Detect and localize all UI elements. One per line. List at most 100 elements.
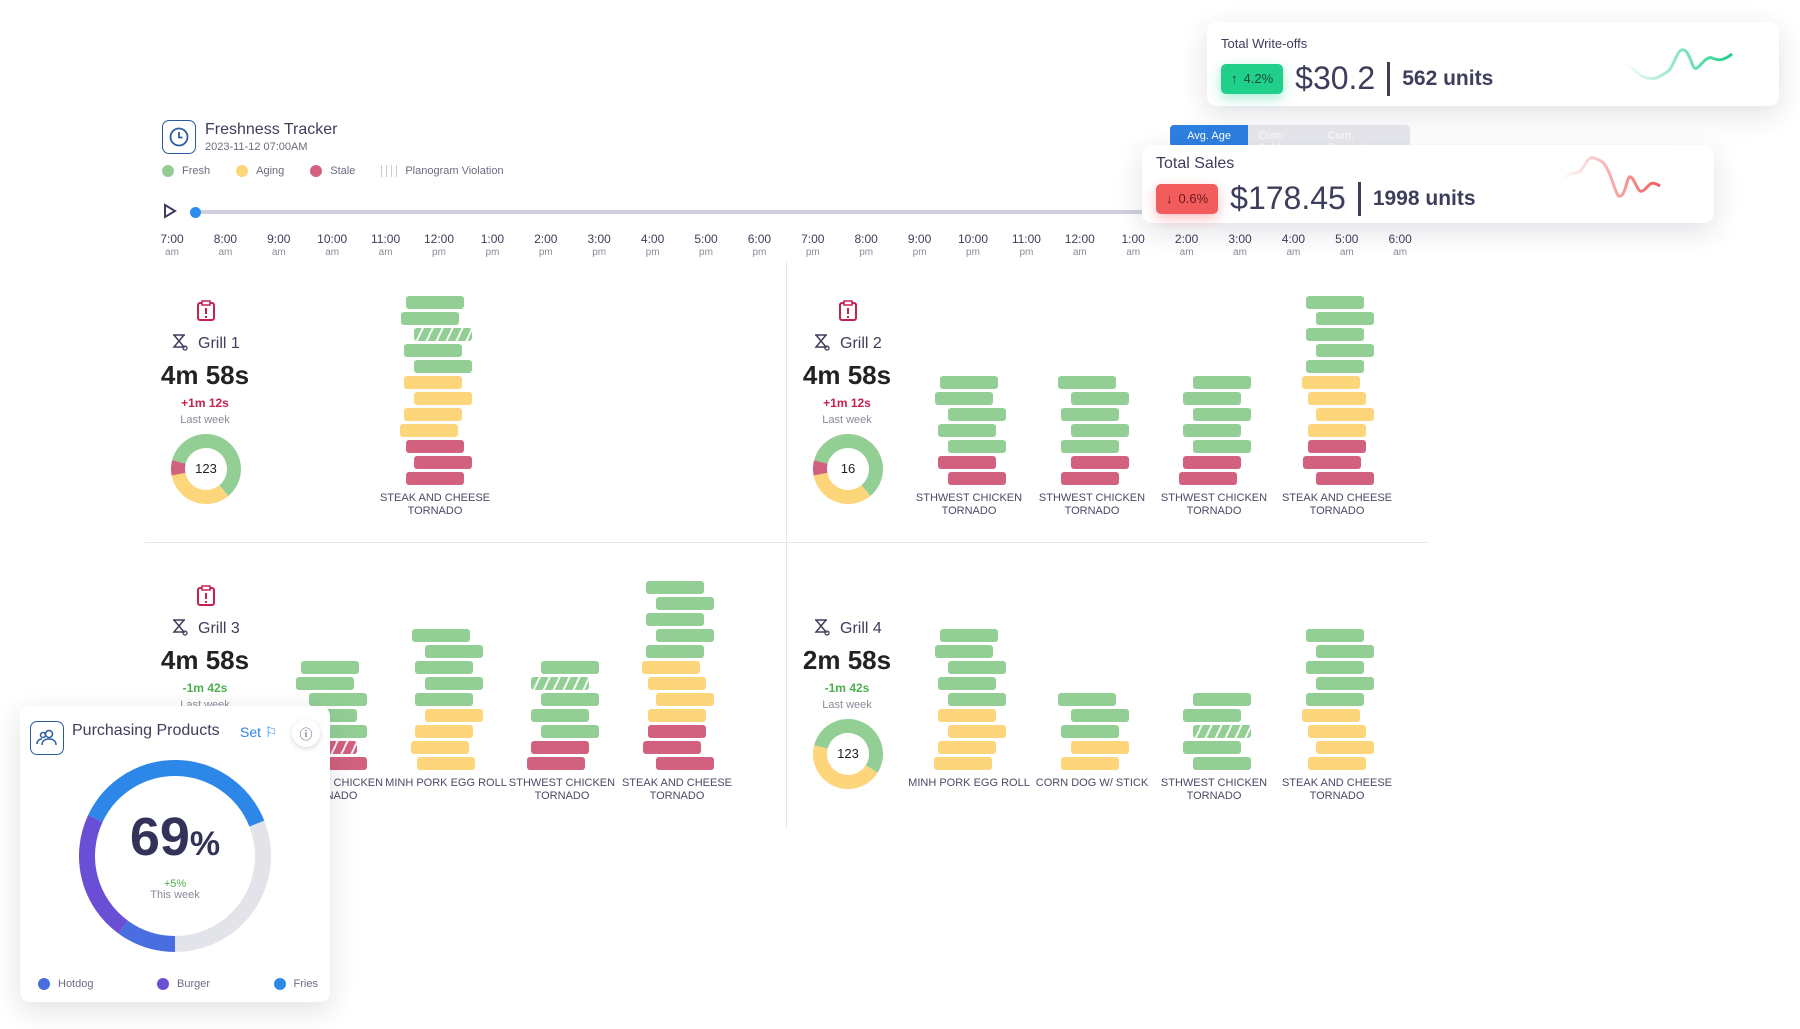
freshness-bar (656, 693, 714, 706)
freshness-bar (400, 424, 458, 437)
freshness-bar (935, 392, 993, 405)
freshness-bar (1061, 472, 1119, 485)
purchasing-value: 69% (129, 807, 221, 867)
freshness-bar (935, 645, 993, 658)
freshness-bar (938, 424, 996, 437)
sales-sparkline (1562, 156, 1661, 198)
legend-aging: Aging (236, 165, 284, 178)
freshness-bar (948, 725, 1006, 738)
freshness-bar (415, 693, 473, 706)
arrow-up-icon: ↑ (1231, 71, 1238, 86)
timeline-tick: 12:00 am (1064, 232, 1095, 258)
freshness-bar (1303, 456, 1361, 469)
grill-name: Grill 2 (812, 331, 882, 356)
freshness-bar (401, 312, 459, 325)
timeline-tick: 5:00 pm (694, 232, 718, 258)
freshness-bar (948, 472, 1006, 485)
freshness-bar (531, 709, 589, 722)
freshness-bar (541, 693, 599, 706)
purchasing-card: Purchasing Products Set ⚐ ⓘ 69% +5% This… (20, 706, 330, 1002)
freshness-bar (1183, 741, 1241, 754)
grill-avg-time: 4m 58s (160, 360, 250, 390)
freshness-bar (1306, 693, 1364, 706)
timeline-tick: 7:00 am (160, 232, 184, 258)
timeline-tick: 4:00 am (1281, 232, 1306, 258)
freshness-bar (1179, 472, 1237, 485)
freshness-bar (1061, 725, 1119, 738)
legend-violation: Planogram Violation (381, 165, 504, 178)
timeline-handle[interactable] (190, 207, 201, 218)
grill-icon (170, 331, 188, 356)
freshness-bar (656, 597, 714, 610)
freshness-bar (1071, 392, 1129, 405)
purchasing-legend: Hotdog Burger Fries (38, 978, 318, 991)
freshness-bar (1193, 693, 1251, 706)
legend-burger: Burger (157, 978, 210, 991)
freshness-bar (642, 661, 700, 674)
freshness-bar (1308, 725, 1366, 738)
freshness-bar (1308, 757, 1366, 770)
freshness-bar (1308, 440, 1366, 453)
grill-delta: -1m 42s (182, 681, 228, 695)
product-label: STEAK AND CHEESE TORNADO (621, 777, 733, 802)
product-label: STHWEST CHICKEN TORNADO (1038, 492, 1146, 517)
freshness-bar (406, 472, 464, 485)
legend-fresh: Fresh (162, 165, 210, 178)
tab-cum-restocks[interactable]: Cum. Restocks (1318, 125, 1410, 154)
freshness-bar (1302, 376, 1360, 389)
divider (786, 262, 787, 828)
play-button[interactable] (163, 203, 177, 224)
timeline-tick: 3:00 pm (587, 232, 611, 258)
set-flag-button[interactable]: Set ⚐ (240, 724, 277, 741)
freshness-bar (1302, 709, 1360, 722)
grill-compare-label: Last week (180, 414, 230, 426)
freshness-bar (309, 693, 367, 706)
freshness-bar (646, 581, 704, 594)
timeline-tick: 5:00 am (1335, 232, 1359, 258)
info-icon[interactable]: ⓘ (292, 719, 320, 747)
freshness-bar (1316, 741, 1374, 754)
legend-stale: Stale (310, 165, 355, 178)
timeline-tick: 6:00 pm (747, 232, 772, 258)
alert-clipboard-icon[interactable] (196, 300, 216, 327)
sales-units: 1998 units (1372, 186, 1476, 210)
grill-avg-time: 4m 58s (802, 360, 892, 390)
freshness-bar (1193, 440, 1251, 453)
alert-clipboard-icon[interactable] (838, 300, 858, 327)
freshness-bar (1061, 408, 1119, 421)
timeline-tick: 6:00 am (1388, 232, 1412, 258)
freshness-bar (938, 741, 996, 754)
freshness-bar (296, 677, 354, 690)
timeline-tick: 7:00 pm (801, 232, 825, 258)
grill-delta: +1m 12s (823, 396, 871, 410)
grill-avg-time: 4m 58s (160, 645, 250, 675)
product-label: STHWEST CHICKEN TORNADO (1160, 492, 1268, 517)
freshness-bar (940, 629, 998, 642)
freshness-bar (1316, 344, 1374, 357)
freshness-bar (541, 661, 599, 674)
freshness-bar (406, 296, 464, 309)
freshness-bar (643, 741, 701, 754)
alert-clipboard-icon[interactable] (196, 585, 216, 612)
grill-avg-time: 2m 58s (802, 645, 892, 675)
tab-cum-sold[interactable]: Cum. Sold (1248, 125, 1318, 154)
timeline-tick: 2:00 am (1174, 232, 1199, 258)
freshness-bar (1193, 408, 1251, 421)
freshness-bar (648, 725, 706, 738)
freshness-bar (1071, 456, 1129, 469)
timeline-tick: 3:00 am (1228, 232, 1252, 258)
timeline-tick: 9:00 pm (907, 232, 932, 258)
freshness-bar (1071, 709, 1129, 722)
grill-compare-label: Last week (822, 699, 872, 711)
freshness-bar (648, 677, 706, 690)
freshness-bar (1193, 725, 1251, 738)
freshness-bar (414, 328, 472, 341)
freshness-bar (411, 741, 469, 754)
freshness-bar (531, 677, 589, 690)
grill-delta: +1m 12s (181, 396, 229, 410)
freshness-bar (646, 645, 704, 658)
tab-avg-age[interactable]: Avg. Age (1170, 125, 1249, 147)
product-label: CORN DOG W/ STICK (1035, 777, 1149, 789)
timeline-tick: 1:00 pm (480, 232, 505, 258)
product-label: STEAK AND CHEESE TORNADO (379, 492, 491, 517)
